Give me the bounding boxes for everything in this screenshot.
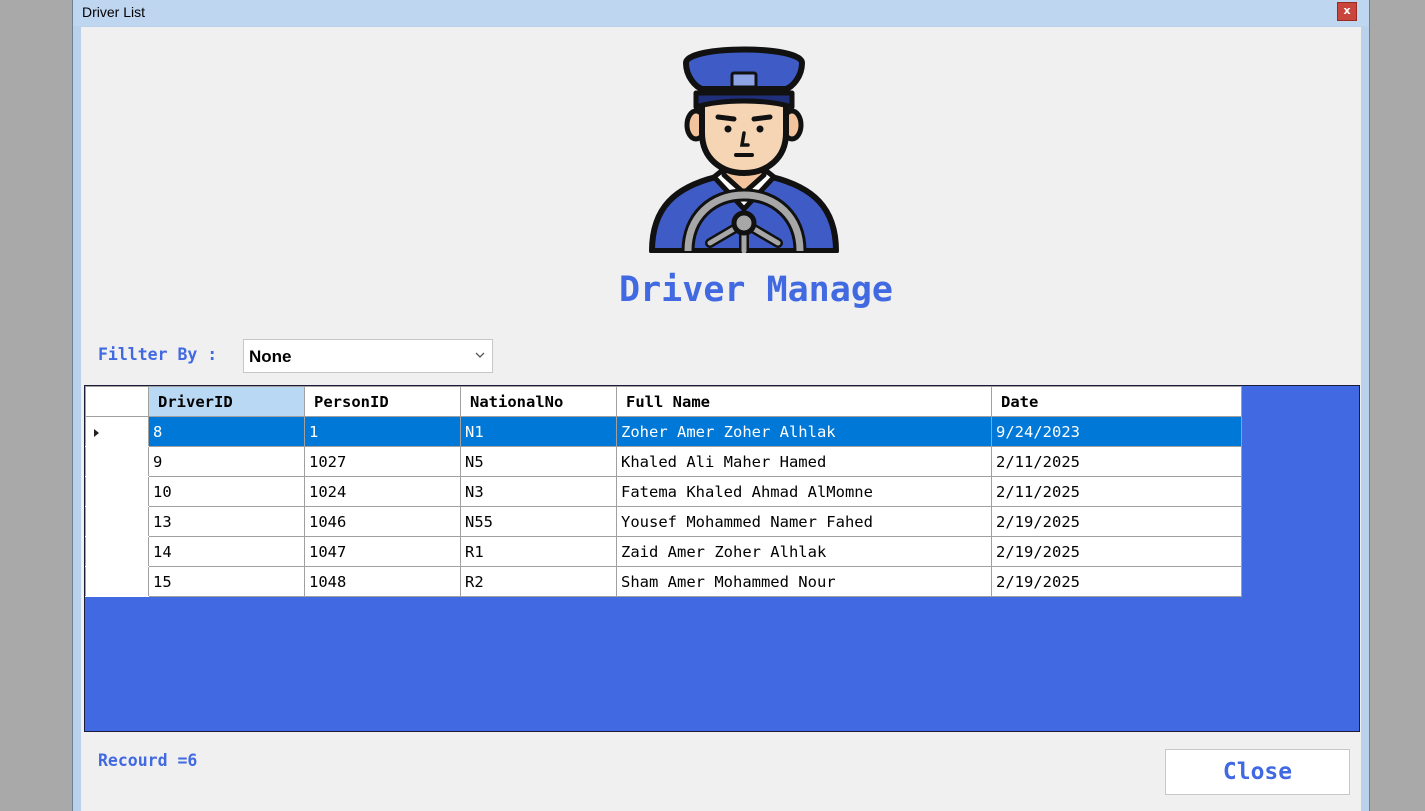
close-button[interactable]: Close: [1165, 749, 1350, 795]
cell-personid[interactable]: 1027: [304, 446, 461, 477]
row-header-current[interactable]: [85, 416, 149, 447]
cell-date[interactable]: 9/24/2023: [991, 416, 1242, 447]
column-header-driverid[interactable]: DriverID: [148, 386, 305, 417]
drivers-data-grid[interactable]: DriverID PersonID NationalNo Full Name D…: [84, 385, 1360, 732]
cell-nationalno[interactable]: R1: [460, 536, 617, 567]
cell-driverid[interactable]: 10: [148, 476, 305, 507]
row-header[interactable]: [85, 476, 149, 507]
cell-fullname[interactable]: Sham Amer Mohammed Nour: [616, 566, 992, 597]
cell-fullname[interactable]: Khaled Ali Maher Hamed: [616, 446, 992, 477]
cell-date[interactable]: 2/19/2025: [991, 566, 1242, 597]
filter-label: Fillter By :: [98, 345, 218, 364]
column-header-fullname[interactable]: Full Name: [616, 386, 992, 417]
title-bar[interactable]: Driver List x: [73, 0, 1369, 26]
row-header[interactable]: [85, 536, 149, 567]
cell-nationalno[interactable]: N3: [460, 476, 617, 507]
window-title: Driver List: [82, 4, 146, 20]
cell-personid[interactable]: 1: [304, 416, 461, 447]
table-header-row: DriverID PersonID NationalNo Full Name D…: [85, 386, 1242, 417]
filter-selected-value: None: [249, 347, 292, 366]
column-header-date[interactable]: Date: [991, 386, 1242, 417]
cell-nationalno[interactable]: N5: [460, 446, 617, 477]
cell-nationalno[interactable]: N55: [460, 506, 617, 537]
cell-date[interactable]: 2/11/2025: [991, 446, 1242, 477]
cell-date[interactable]: 2/19/2025: [991, 536, 1242, 567]
cell-fullname[interactable]: Fatema Khaled Ahmad AlMomne: [616, 476, 992, 507]
current-row-arrow-icon: [94, 428, 99, 437]
table-row[interactable]: 9 1027 N5 Khaled Ali Maher Hamed 2/11/20…: [85, 446, 1242, 477]
filter-dropdown[interactable]: None: [243, 339, 493, 373]
table-row[interactable]: 13 1046 N55 Yousef Mohammed Namer Fahed …: [85, 506, 1242, 537]
table-row[interactable]: 10 1024 N3 Fatema Khaled Ahmad AlMomne 2…: [85, 476, 1242, 507]
table-row[interactable]: 14 1047 R1 Zaid Amer Zoher Alhlak 2/19/2…: [85, 536, 1242, 567]
chevron-down-icon: [475, 352, 485, 358]
cell-personid[interactable]: 1024: [304, 476, 461, 507]
grid-corner-header[interactable]: [85, 386, 149, 417]
column-header-nationalno[interactable]: NationalNo: [460, 386, 617, 417]
cell-personid[interactable]: 1047: [304, 536, 461, 567]
cell-driverid[interactable]: 9: [148, 446, 305, 477]
driver-avatar-icon: [649, 46, 839, 253]
cell-date[interactable]: 2/11/2025: [991, 476, 1242, 507]
driver-list-window: Driver List x Driver Manage Fillter By:…: [72, 0, 1370, 811]
cell-driverid[interactable]: 14: [148, 536, 305, 567]
cell-fullname[interactable]: Zoher Amer Zoher Alhlak: [616, 416, 992, 447]
page-title: Driver Manage: [619, 270, 893, 310]
table-row[interactable]: 15 1048 R2 Sham Amer Mohammed Nour 2/19/…: [85, 566, 1242, 597]
cell-driverid[interactable]: 15: [148, 566, 305, 597]
form-client-area: Driver Manage Fillter By : None DriverID…: [81, 27, 1361, 811]
cell-nationalno[interactable]: R2: [460, 566, 617, 597]
record-count-label: Recourd =6: [98, 751, 198, 770]
cell-date[interactable]: 2/19/2025: [991, 506, 1242, 537]
cell-personid[interactable]: 1048: [304, 566, 461, 597]
cell-personid[interactable]: 1046: [304, 506, 461, 537]
drivers-table: DriverID PersonID NationalNo Full Name D…: [85, 386, 1242, 597]
row-header[interactable]: [85, 446, 149, 477]
row-header[interactable]: [85, 506, 149, 537]
window-close-button[interactable]: x: [1337, 2, 1357, 21]
cell-driverid[interactable]: 13: [148, 506, 305, 537]
cell-driverid[interactable]: 8: [148, 416, 305, 447]
column-header-personid[interactable]: PersonID: [304, 386, 461, 417]
cell-nationalno[interactable]: N1: [460, 416, 617, 447]
table-row[interactable]: 8 1 N1 Zoher Amer Zoher Alhlak 9/24/2023: [85, 416, 1242, 447]
cell-fullname[interactable]: Zaid Amer Zoher Alhlak: [616, 536, 992, 567]
row-header[interactable]: [85, 566, 149, 597]
cell-fullname[interactable]: Yousef Mohammed Namer Fahed: [616, 506, 992, 537]
